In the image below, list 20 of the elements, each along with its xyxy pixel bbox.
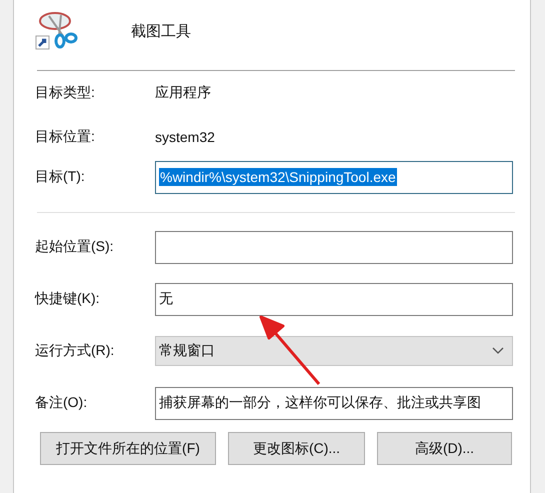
field-value: 应用程序 <box>155 84 211 102</box>
field-value: system32 <box>155 129 215 145</box>
input-field[interactable] <box>155 230 513 264</box>
dialog-button[interactable]: 更改图标(C)... <box>228 432 365 465</box>
field-label: 运行方式(R): <box>35 342 116 360</box>
field-label: 目标(T): <box>35 168 86 186</box>
target-field[interactable]: %windir%\system32\SnippingTool.exe <box>155 160 513 194</box>
field-label: 目标位置: <box>35 128 96 146</box>
dialog-button[interactable]: 高级(D)... <box>377 432 512 465</box>
chevron-down-icon <box>492 347 504 355</box>
field-label: 目标类型: <box>35 84 96 102</box>
shortcut-title: 截图工具 <box>131 22 191 40</box>
scissors-icon <box>35 10 79 52</box>
input-field[interactable]: 捕获屏幕的一部分，这样你可以保存、批注或共享图 <box>155 386 513 420</box>
dropdown[interactable]: 常规窗口 <box>155 336 513 366</box>
dialog-button[interactable]: 打开文件所在的位置(F) <box>40 432 216 465</box>
input-field[interactable]: 无 <box>155 282 513 316</box>
field-label: 备注(O): <box>35 394 88 412</box>
field-label: 起始位置(S): <box>35 238 115 256</box>
field-label: 快捷键(K): <box>35 290 101 308</box>
